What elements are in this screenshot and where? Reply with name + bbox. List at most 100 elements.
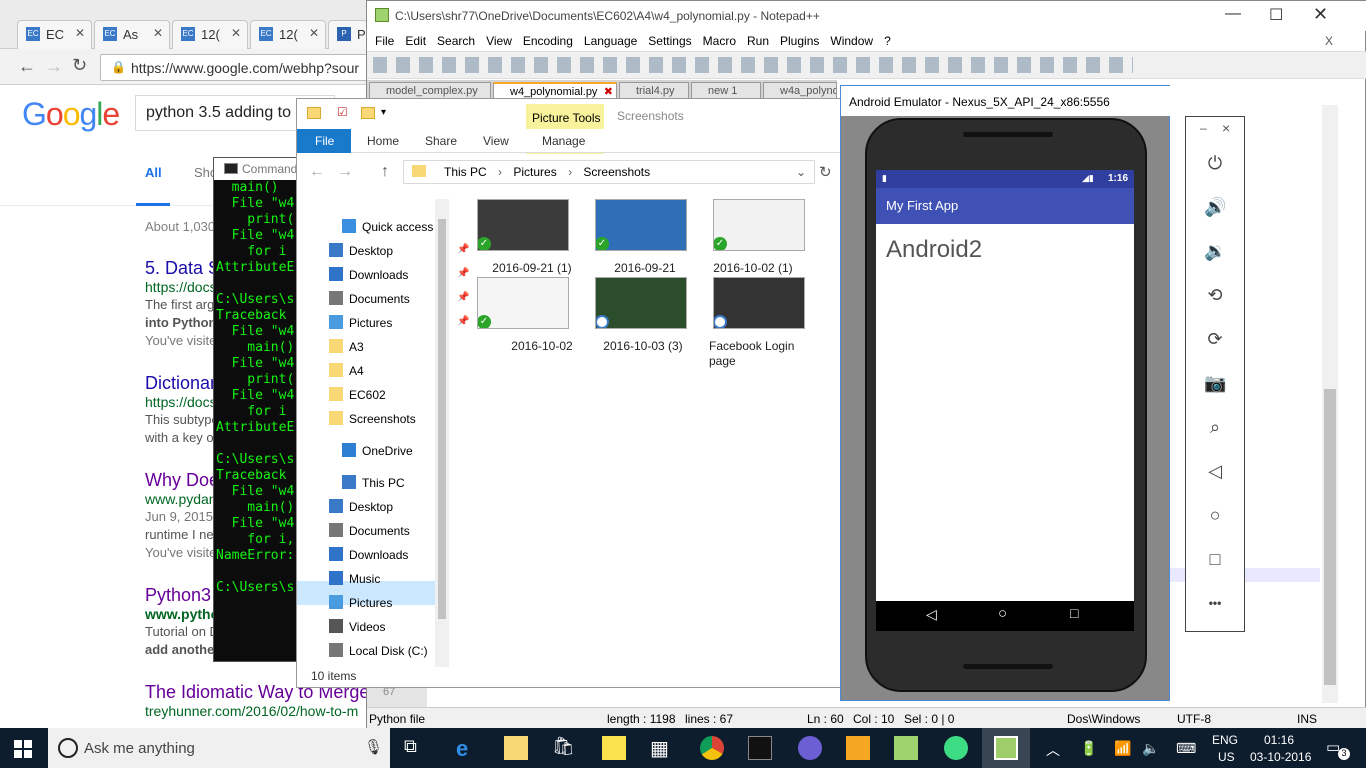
home-icon[interactable]: ○ [1204, 504, 1226, 526]
chevron-down-icon[interactable]: ⌄ [796, 165, 806, 179]
file-name[interactable]: 2016-10-02 [492, 339, 592, 354]
zoom-icon[interactable]: ⌕ [1204, 416, 1226, 438]
file-thumbnail[interactable] [713, 277, 805, 329]
back-icon[interactable]: ◁ [926, 606, 937, 623]
address-bar[interactable]: This PC › Pictures › Screenshots ⌄ [403, 160, 815, 184]
file-name[interactable]: 2016-09-21 (1) [482, 261, 582, 276]
close-icon[interactable]: ✕ [231, 26, 241, 40]
pin-icon[interactable]: 📌 [457, 292, 469, 303]
breadcrumb-item[interactable]: This PC [444, 165, 487, 179]
power-icon[interactable]: ⏻ [1204, 152, 1226, 174]
menu-macro[interactable]: Macro [703, 34, 736, 48]
cortana-search-box[interactable]: Ask me anything 🎙 [48, 728, 390, 768]
nav-item[interactable]: Downloads 📌 [329, 265, 489, 287]
file-explorer-icon[interactable] [504, 736, 528, 760]
menu-language[interactable]: Language [584, 34, 637, 48]
chevron-up-icon[interactable]: ︿ [1046, 740, 1060, 760]
tab-view[interactable]: View [483, 134, 509, 148]
nav-item[interactable]: Pictures 📌 [329, 313, 489, 335]
recents-icon[interactable]: □ [1070, 605, 1078, 621]
file-name[interactable]: 2016-10-02 (1) [703, 261, 803, 276]
back-icon[interactable]: ◁ [1204, 460, 1226, 482]
result-title[interactable]: Why Doe [145, 470, 219, 491]
nav-item[interactable]: Documents [329, 521, 489, 543]
menu-window[interactable]: Window [830, 34, 873, 48]
nav-item[interactable]: Local Disk (C:) [329, 641, 489, 663]
vertical-scrollbar[interactable] [1322, 105, 1338, 703]
menu-search[interactable]: Search [437, 34, 475, 48]
calculator-icon[interactable]: ▦ [650, 736, 674, 760]
nav-item[interactable]: Downloads [329, 545, 489, 567]
tab-file[interactable]: File [297, 129, 351, 153]
chrome-tab[interactable]: EC 12(✕ [250, 20, 326, 49]
microphone-icon[interactable]: 🎙 [364, 738, 383, 756]
folder-icon[interactable] [307, 107, 321, 119]
nav-item[interactable]: OneDrive [342, 441, 502, 463]
close-icon[interactable]: ✕ [1313, 4, 1328, 25]
dropdown-icon[interactable]: ▾ [381, 107, 386, 118]
overview-icon[interactable]: □ [1204, 548, 1226, 570]
keyboard-icon[interactable]: ⌨ [1176, 740, 1196, 757]
chrome-tab[interactable]: PP [328, 20, 368, 49]
file-thumbnail[interactable]: ✓ [595, 199, 687, 251]
menu-run[interactable]: Run [747, 34, 769, 48]
menu-settings[interactable]: Settings [648, 34, 691, 48]
cmd-icon[interactable] [748, 736, 772, 760]
result-title[interactable]: 5. Data S [145, 258, 220, 279]
scrollbar-thumb[interactable] [1324, 389, 1336, 685]
menu-file[interactable]: File [375, 34, 394, 48]
file-thumbnail[interactable]: ✓ [477, 199, 569, 251]
file-name[interactable]: 2016-10-03 (3) [593, 339, 693, 354]
minimize-icon[interactable]: – [1200, 121, 1207, 135]
file-thumbnail[interactable]: ✓ [713, 199, 805, 251]
close-icon[interactable]: ✕ [75, 26, 85, 40]
command-prompt-window[interactable]: Command main() File "w4 print( File "w4 … [213, 157, 303, 662]
pin-icon[interactable]: 📌 [457, 244, 469, 255]
toolbar-icons[interactable] [373, 57, 1133, 73]
scrollbar-thumb[interactable] [438, 219, 446, 619]
rotate-left-icon[interactable]: ⟲ [1204, 284, 1226, 306]
result-title[interactable]: Python3 [145, 585, 211, 606]
menu-view[interactable]: View [486, 34, 512, 48]
nav-item[interactable]: Videos [329, 617, 489, 639]
github-icon[interactable] [798, 736, 822, 760]
menu-encoding[interactable]: Encoding [523, 34, 573, 48]
nav-scrollbar[interactable] [435, 199, 449, 667]
new-folder-icon[interactable] [361, 107, 375, 119]
reload-icon[interactable]: ↻ [72, 55, 87, 76]
wifi-icon[interactable]: 📶 [1114, 740, 1131, 757]
windows-start-icon[interactable] [14, 740, 32, 758]
menu-help[interactable]: ? [884, 34, 891, 48]
clock-time[interactable]: 01:16 [1264, 733, 1294, 747]
url-bar[interactable]: 🔒 https://www.google.com/webhp?sour [100, 54, 380, 81]
chrome-icon[interactable] [700, 736, 724, 760]
pin-icon[interactable]: 📌 [457, 316, 469, 327]
nav-item[interactable]: EC602 [329, 385, 489, 407]
file-name[interactable]: Facebook Login page [709, 339, 809, 369]
chrome-tab[interactable]: EC EC ✕ [17, 20, 92, 49]
language[interactable]: ENG [1212, 733, 1238, 747]
nav-item[interactable]: This PC [342, 473, 502, 495]
tab-manage[interactable]: Manage [542, 134, 585, 148]
menu-plugins[interactable]: Plugins [780, 34, 819, 48]
close-icon[interactable]: ✕ [153, 26, 163, 40]
store-icon[interactable]: 🛍 [552, 736, 576, 760]
task-view-icon[interactable]: ⧉ [404, 736, 428, 760]
pencil-app-icon[interactable] [846, 736, 870, 760]
result-title[interactable]: Dictionar [145, 373, 216, 394]
breadcrumb-item[interactable]: Pictures [513, 165, 556, 179]
back-icon[interactable]: ← [18, 56, 36, 77]
google-logo[interactable]: Google [22, 96, 120, 133]
nav-item[interactable]: Music [329, 569, 489, 591]
tab-share[interactable]: Share [425, 134, 457, 148]
battery-icon[interactable]: 🔋 [1080, 740, 1097, 757]
file-thumbnail[interactable] [595, 277, 687, 329]
edge-icon[interactable]: e [456, 736, 480, 761]
properties-icon[interactable]: ☑ [337, 105, 348, 119]
volume-up-icon[interactable]: 🔊 [1204, 196, 1226, 218]
nav-item[interactable]: A3 [329, 337, 489, 359]
nav-item[interactable]: Screenshots [329, 409, 489, 431]
close-icon[interactable]: × [1222, 120, 1230, 136]
more-icon[interactable]: ••• [1204, 592, 1226, 614]
minimize-icon[interactable]: — [1225, 5, 1241, 23]
